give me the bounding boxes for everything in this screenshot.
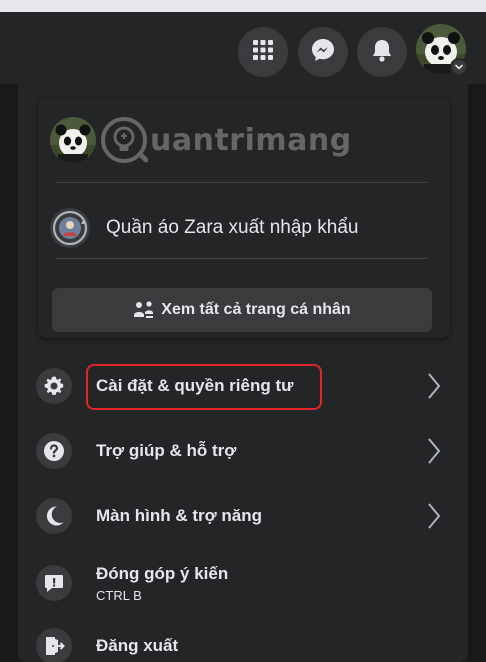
menu-item-label: Đóng góp ý kiến [96, 563, 229, 583]
settings-highlight-outline [86, 364, 322, 410]
brand-profile-row[interactable]: uantrimang [50, 112, 352, 168]
feedback-icon [36, 565, 72, 601]
account-caret[interactable] [450, 58, 468, 76]
see-all-profiles-label: Xem tất cả trang cá nhân [161, 301, 351, 318]
messenger-button[interactable] [298, 27, 348, 77]
menu-item-label: Trợ giúp & hỗ trợ [96, 441, 237, 460]
see-all-profiles-button[interactable]: Xem tất cả trang cá nhân [52, 288, 432, 332]
page-switch-avatar-icon [52, 210, 88, 246]
chevron-down-icon [455, 64, 463, 70]
panda-avatar-icon [50, 117, 96, 163]
menu-item-display-accessibility[interactable]: Màn hình & trợ năng [36, 488, 460, 544]
profile-card: uantrimang Quần áo Zara xuất nhập khẩu X… [38, 98, 450, 338]
switch-profiles-icon [133, 300, 155, 320]
notifications-bell-icon [371, 38, 393, 67]
gear-icon [36, 368, 72, 404]
lightbulb-logo-icon [101, 117, 148, 163]
background-left-edge [0, 84, 18, 662]
apps-grid-icon [252, 39, 274, 66]
menu-item-log-out[interactable]: Đăng xuất [36, 618, 460, 662]
chevron-right-icon [428, 438, 441, 464]
chevron-right-icon [428, 373, 441, 399]
messenger-icon [310, 37, 336, 68]
apps-menu-button[interactable] [238, 27, 288, 77]
menu-item-help-support[interactable]: Trợ giúp & hỗ trợ [36, 423, 460, 479]
menu-item-label: Đăng xuất [96, 636, 179, 655]
divider [56, 182, 428, 183]
profile-avatar [50, 117, 96, 163]
brand-logo: uantrimang [100, 116, 352, 164]
notifications-button[interactable] [357, 27, 407, 77]
page-profile-row[interactable]: Quần áo Zara xuất nhập khẩu [50, 206, 358, 250]
menu-item-label: Màn hình & trợ năng [96, 506, 263, 525]
chevron-right-icon [428, 503, 441, 529]
window-top-strip [0, 0, 486, 12]
logout-icon [36, 628, 72, 662]
moon-icon [36, 498, 72, 534]
divider [56, 258, 428, 259]
help-icon [36, 433, 72, 469]
keyboard-shortcut-hint: CTRL B [96, 587, 142, 603]
account-avatar-button[interactable] [416, 24, 468, 76]
menu-item-give-feedback[interactable]: Đóng góp ý kiến CTRL B [36, 553, 460, 613]
page-avatar [50, 208, 90, 248]
brand-name: uantrimang [150, 122, 352, 158]
page-name: Quần áo Zara xuất nhập khẩu [106, 217, 359, 238]
